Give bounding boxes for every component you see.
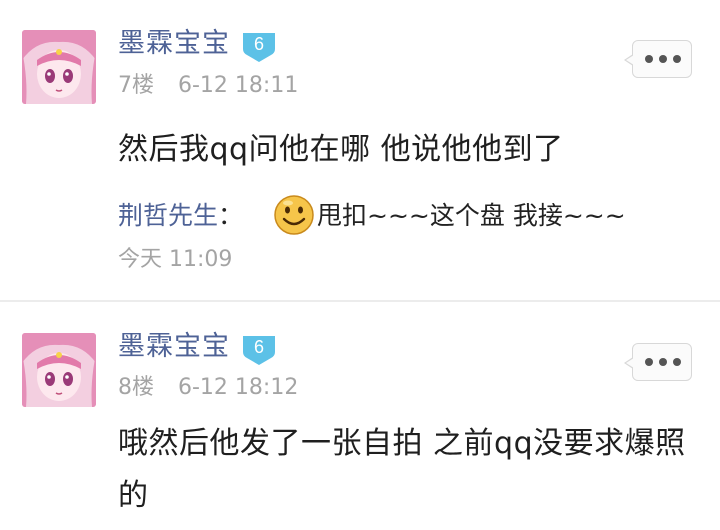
avatar[interactable] (22, 333, 96, 407)
username[interactable]: 墨霖宝宝 (118, 329, 230, 365)
post-content: 哦然后他发了一张自拍 之前qq没要求爆照的 (118, 426, 686, 513)
level-badge-icon: 6 (241, 334, 277, 366)
reply-time: 今天 11:09 (118, 247, 233, 272)
more-options-button[interactable] (624, 40, 692, 78)
avatar[interactable] (22, 30, 96, 104)
more-options-button[interactable] (624, 343, 692, 381)
post-divider (0, 300, 720, 302)
thread-page: 墨霖宝宝 6 7楼 6-12 18:11 然后我qq问他在哪 他说他他到了 荆哲先… (0, 0, 720, 530)
level-number: 6 (253, 337, 264, 357)
floor-number: 8楼 (118, 375, 154, 400)
username[interactable]: 墨霖宝宝 (118, 26, 230, 62)
post-time: 6-12 18:11 (178, 73, 299, 98)
post-floor-8: 墨霖宝宝 6 8楼 6-12 18:12 哦然后他发了一张自拍 之前qq没要求爆照… (0, 303, 720, 530)
post-floor-7: 墨霖宝宝 6 7楼 6-12 18:11 然后我qq问他在哪 他说他他到了 荆哲先… (0, 0, 720, 300)
post-meta: 8楼 6-12 18:12 (118, 373, 298, 403)
reply-separator: ： (218, 201, 244, 230)
reply-item[interactable]: 荆哲先生： 甩扣~~~这个盘 我接~~~ (118, 195, 626, 236)
reply-text: 甩扣~~~这个盘 我接~~~ (317, 201, 626, 230)
floor-number: 7楼 (118, 73, 154, 98)
smile-emoji-icon (274, 195, 314, 235)
level-badge-icon: 6 (241, 31, 277, 63)
level-number: 6 (253, 34, 264, 54)
post-content: 然后我qq问他在哪 他说他他到了 (118, 132, 564, 167)
more-dots-icon (645, 358, 681, 366)
post-meta: 7楼 6-12 18:11 (118, 71, 298, 101)
anime-girl-avatar-image (22, 333, 96, 407)
more-dots-icon (645, 55, 681, 63)
reply-username[interactable]: 荆哲先生 (118, 201, 218, 230)
post-time: 6-12 18:12 (178, 375, 299, 400)
anime-girl-avatar-image (22, 30, 96, 104)
